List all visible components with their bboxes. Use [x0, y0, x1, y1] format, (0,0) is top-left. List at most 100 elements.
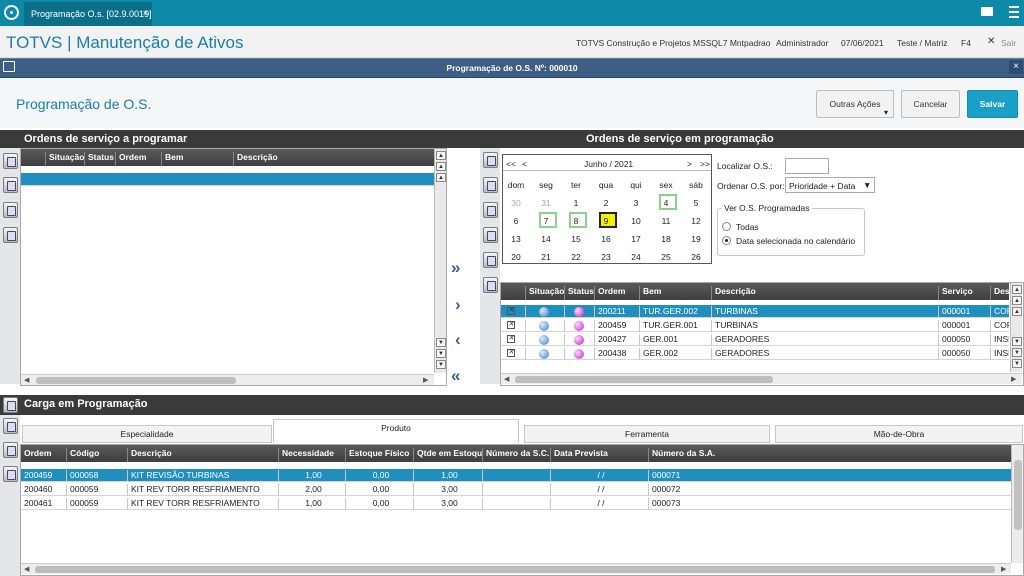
col-status[interactable]: Status: [84, 152, 115, 166]
calendar-day[interactable]: 7: [535, 216, 557, 226]
calendar-day[interactable]: 14: [535, 234, 557, 244]
tab-ferramenta[interactable]: Ferramenta: [524, 425, 770, 443]
tab-mao-de-obra[interactable]: Mão-de-Obra: [775, 425, 1023, 443]
report-icon[interactable]: [3, 466, 18, 482]
scroll-down-icon[interactable]: ▼: [1012, 348, 1022, 357]
col-servico[interactable]: Serviço: [938, 286, 990, 300]
key-info[interactable]: F4: [961, 38, 971, 48]
move-right-icon[interactable]: ›: [455, 295, 461, 315]
scroll-down-icon[interactable]: ▼: [436, 338, 446, 347]
scroll-down-icon[interactable]: ▼: [436, 349, 446, 358]
chevron-down-icon[interactable]: ▼: [863, 180, 871, 190]
mail-icon[interactable]: [981, 7, 993, 16]
col-descricao-servico[interactable]: Des: [990, 286, 1009, 300]
tab-close-icon[interactable]: ×: [143, 8, 148, 18]
search-icon[interactable]: [483, 202, 498, 218]
scroll-up-icon[interactable]: ▲: [1012, 296, 1022, 305]
calendar-day[interactable]: 16: [595, 234, 617, 244]
report-icon[interactable]: [483, 252, 498, 268]
checkbox-icon[interactable]: [507, 306, 515, 315]
col-numero-sa[interactable]: Número da S.A.: [648, 448, 1011, 462]
tab-especialidade[interactable]: Especialidade: [22, 425, 272, 443]
calendar-day[interactable]: 1: [565, 198, 587, 208]
calendar-day[interactable]: 6: [505, 216, 527, 226]
scroll-top-icon[interactable]: ▲: [1012, 285, 1022, 294]
edit-icon[interactable]: [3, 397, 18, 413]
hscroll-thumb[interactable]: [515, 376, 773, 383]
left-hscroll[interactable]: ◀ ▶: [21, 374, 434, 385]
col-codigo[interactable]: Código: [66, 448, 127, 462]
calendar-day[interactable]: 15: [565, 234, 587, 244]
row-checkbox[interactable]: [501, 306, 525, 318]
settings-icon[interactable]: [483, 227, 498, 243]
col-ordem[interactable]: Ordem: [594, 286, 639, 300]
branch-info[interactable]: Teste / Matriz: [897, 38, 948, 48]
scroll-top-icon[interactable]: ▲: [436, 151, 446, 160]
scroll-left-icon[interactable]: ◀: [24, 376, 29, 384]
calendar-day[interactable]: 4: [655, 198, 677, 208]
col-data-prevista[interactable]: Data Prevista: [550, 448, 648, 462]
calendar-day[interactable]: 2: [595, 198, 617, 208]
calendar-day[interactable]: 19: [685, 234, 707, 244]
cancel-button[interactable]: Cancelar: [901, 90, 960, 118]
calendar-day[interactable]: 10: [625, 216, 647, 226]
hscroll-thumb[interactable]: [36, 377, 236, 384]
table-row[interactable]: 200459 000058 KIT REVISÃO TURBINAS 1,00 0,00…: [21, 469, 1011, 482]
print-icon[interactable]: [483, 177, 498, 193]
calendar-day[interactable]: 9: [595, 216, 617, 226]
col-necessidade[interactable]: Necessidade: [278, 448, 345, 462]
calendar-day[interactable]: 31: [535, 198, 557, 208]
scroll-left-icon[interactable]: ◀: [504, 375, 509, 383]
radio-data-selecionada[interactable]: [722, 236, 731, 245]
scroll-right-icon[interactable]: ▶: [1001, 565, 1006, 573]
exit-icon[interactable]: ✕: [987, 36, 995, 47]
settings-icon[interactable]: [3, 227, 18, 243]
col-ordem[interactable]: Ordem: [21, 448, 66, 462]
chevron-down-icon[interactable]: ▾: [884, 108, 888, 117]
scroll-up-icon[interactable]: ▲: [436, 162, 446, 171]
table-row[interactable]: 200438GER.002GERADORES000050INSP: [501, 347, 1009, 360]
col-numero-sc[interactable]: Número da S.C.: [482, 448, 550, 462]
search-icon[interactable]: [3, 202, 18, 218]
calendar-day[interactable]: 8: [565, 216, 587, 226]
col-descricao[interactable]: Descrição: [233, 152, 434, 166]
scroll-up-icon[interactable]: ▲: [436, 173, 446, 182]
calendar-day[interactable]: 13: [505, 234, 527, 244]
move-all-right-icon[interactable]: »: [451, 258, 460, 278]
date-info[interactable]: 07/06/2021: [841, 38, 884, 48]
right-vscroll[interactable]: ▲ ▲ ▲ ▼ ▼ ▼: [1010, 283, 1022, 372]
calendar-day[interactable]: 30: [505, 198, 527, 208]
col-descricao[interactable]: Descrição: [127, 448, 278, 462]
calendar-prev-year-button[interactable]: <<: [506, 159, 516, 169]
outras-acoes-button[interactable]: Outras Ações: [816, 90, 894, 118]
checkbox-icon[interactable]: [507, 320, 515, 329]
add-os-icon[interactable]: [3, 153, 18, 169]
calendar-day[interactable]: 18: [655, 234, 677, 244]
print-icon[interactable]: [3, 177, 18, 193]
calendar-prev-button[interactable]: <: [522, 159, 527, 169]
scroll-bottom-icon[interactable]: ▼: [1012, 359, 1022, 368]
table-row[interactable]: 200211TUR.GER.002TURBINAS000001COR: [501, 305, 1009, 318]
table-row[interactable]: 200459TUR.GER.001TURBINAS000001COR: [501, 319, 1009, 332]
scroll-up-icon[interactable]: ▲: [1012, 307, 1022, 316]
user-info[interactable]: Administrador: [776, 38, 828, 48]
ordenar-select[interactable]: Prioridade + Data ▼: [785, 177, 875, 193]
calendar-day[interactable]: 23: [595, 252, 617, 262]
dialog-close-icon[interactable]: ×: [1009, 60, 1023, 74]
calendar-day[interactable]: 12: [685, 216, 707, 226]
hscroll-thumb[interactable]: [35, 566, 995, 573]
move-left-icon[interactable]: ‹: [455, 330, 461, 350]
calendar-day[interactable]: 22: [565, 252, 587, 262]
calendar-next-button[interactable]: >: [687, 159, 692, 169]
col-status[interactable]: Status: [564, 286, 594, 300]
row-checkbox[interactable]: [501, 334, 525, 346]
confirm-icon[interactable]: [483, 152, 498, 168]
menu-icon[interactable]: [1009, 6, 1019, 18]
col-qtde-estoque[interactable]: Qtde em Estoque: [413, 448, 482, 462]
calendar-day[interactable]: 5: [685, 198, 707, 208]
left-vscroll[interactable]: ▲ ▲ ▲ ▼ ▼ ▼: [434, 149, 446, 373]
exit-button[interactable]: Sair: [1001, 38, 1016, 48]
scroll-left-icon[interactable]: ◀: [24, 565, 29, 573]
table-row[interactable]: [21, 173, 434, 186]
save-button[interactable]: Salvar: [967, 90, 1018, 118]
